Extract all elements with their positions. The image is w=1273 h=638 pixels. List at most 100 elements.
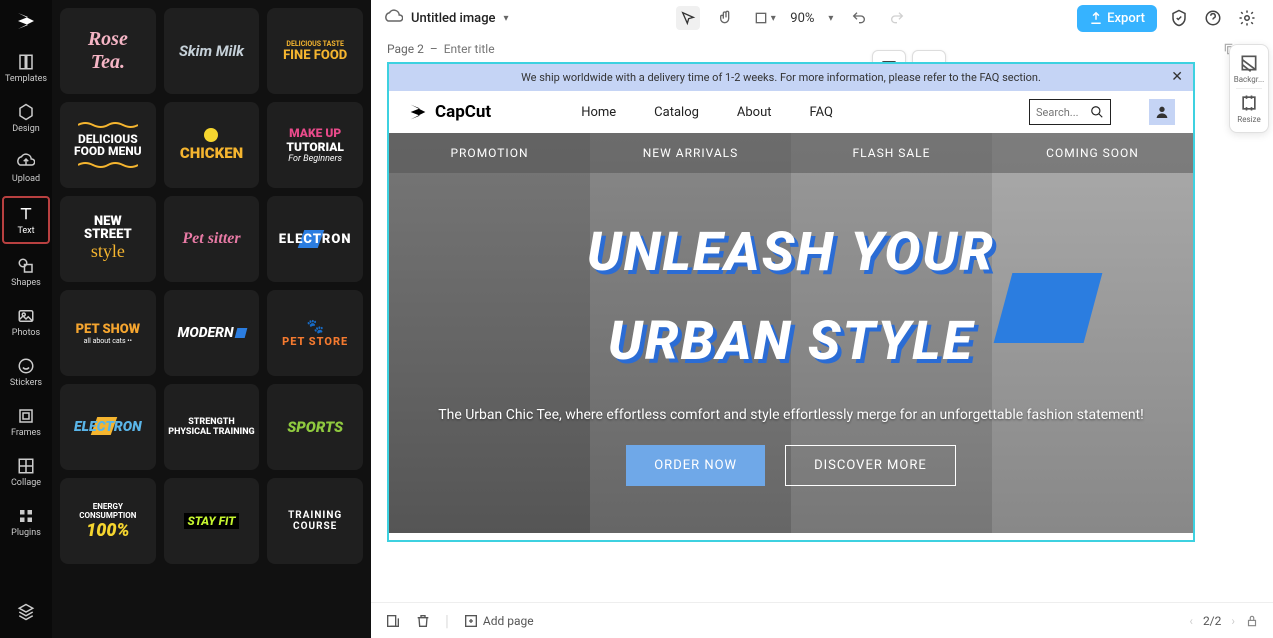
close-icon[interactable]: ✕ (1171, 69, 1183, 85)
nav-label: Design (12, 124, 40, 134)
text-template-tile[interactable]: MODERN (164, 290, 260, 376)
nav-label: Photos (12, 328, 40, 338)
zoom-level[interactable]: 90% (790, 11, 814, 26)
select-tool[interactable] (676, 6, 700, 30)
photos-icon (16, 306, 36, 326)
hero-subtitle: The Urban Chic Tee, where effortless com… (429, 407, 1153, 423)
text-template-tile[interactable]: 🐾PET STORE (267, 290, 363, 376)
text-template-tile[interactable]: MAKE UPTUTORIALFor Beginners (267, 102, 363, 188)
shapes-icon (16, 256, 36, 276)
text-template-tile[interactable]: NEWSTREETstyle (60, 196, 156, 282)
text-template-tile[interactable]: ELECTRON (267, 196, 363, 282)
page-title-input[interactable] (444, 42, 524, 56)
nav-design[interactable]: Design (2, 96, 50, 140)
hand-tool[interactable] (714, 6, 738, 30)
hero-tabs: PROMOTION NEW ARRIVALS FLASH SALE COMING… (389, 133, 1193, 173)
tab-flash-sale[interactable]: FLASH SALE (791, 133, 992, 173)
undo-button[interactable] (847, 6, 871, 30)
text-template-tile[interactable]: RoseTea. (60, 8, 156, 94)
nav-text[interactable]: Text (2, 196, 50, 244)
search-box[interactable] (1029, 99, 1111, 125)
banner-text: We ship worldwide with a delivery time o… (521, 71, 1041, 84)
text-template-tile[interactable]: ELECTRON (60, 384, 156, 470)
nav-frames[interactable]: Frames (2, 400, 50, 444)
design-board[interactable]: We ship worldwide with a delivery time o… (387, 62, 1195, 542)
nav-label: Upload (12, 174, 40, 184)
hero-title-line1: UNLEASH YOUR (429, 223, 1153, 282)
nav-collage[interactable]: Collage (2, 450, 50, 494)
shield-icon[interactable] (1167, 6, 1191, 30)
order-now-button[interactable]: ORDER NOW (626, 445, 765, 486)
avatar[interactable] (1149, 99, 1175, 125)
app-logo[interactable] (11, 6, 41, 36)
chevron-down-icon[interactable]: ▾ (504, 13, 509, 24)
tab-promotion[interactable]: PROMOTION (389, 133, 590, 173)
text-template-tile[interactable]: DELICIOUSFOOD MENU (60, 102, 156, 188)
text-template-tile[interactable]: ENERGY CONSUMPTION100% (60, 478, 156, 564)
page-label: Page 2 (387, 42, 424, 56)
cloud-icon (385, 9, 403, 27)
prev-page-button[interactable]: ‹ (1189, 614, 1193, 628)
export-button[interactable]: Export (1077, 5, 1157, 32)
nav-catalog[interactable]: Catalog (654, 105, 699, 120)
tab-coming-soon[interactable]: COMING SOON (992, 133, 1193, 173)
layers-icon (16, 602, 36, 622)
settings-icon[interactable] (1235, 6, 1259, 30)
canvas-area: Untitled image ▾ ▾ 90% ▾ Export (371, 0, 1273, 638)
text-template-tile[interactable]: CHICKEN (164, 102, 260, 188)
next-page-button[interactable]: › (1231, 614, 1235, 628)
text-template-tile[interactable]: Pet sitter (164, 196, 260, 282)
add-page-label: Add page (483, 614, 534, 628)
brand-name: CapCut (435, 102, 491, 122)
nav-layers[interactable] (2, 596, 50, 628)
nav-label: Shapes (11, 278, 41, 288)
pages-button[interactable] (385, 613, 401, 629)
design-icon (16, 102, 36, 122)
nav-upload[interactable]: Upload (2, 146, 50, 190)
nav-label: Stickers (10, 378, 42, 388)
document-title[interactable]: Untitled image (411, 11, 496, 26)
add-page-button[interactable]: Add page (463, 613, 534, 629)
plugins-icon (16, 506, 36, 526)
stage: We ship worldwide with a delivery time o… (371, 62, 1273, 602)
text-template-tile[interactable]: PET SHOWall about cats •• (60, 290, 156, 376)
site-header: CapCut Home Catalog About FAQ (389, 91, 1193, 133)
site-nav: Home Catalog About FAQ (581, 105, 833, 120)
tab-new-arrivals[interactable]: NEW ARRIVALS (590, 133, 791, 173)
collage-icon (16, 456, 36, 476)
hero-section: PROMOTION NEW ARRIVALS FLASH SALE COMING… (389, 133, 1193, 533)
page-header: Page 2 – ⋯ (371, 36, 1273, 62)
text-template-tile[interactable]: TRAINING COURSE (267, 478, 363, 564)
text-icon (16, 204, 36, 224)
nav-plugins[interactable]: Plugins (2, 500, 50, 544)
text-template-tile[interactable]: SPORTS (267, 384, 363, 470)
nav-label: Plugins (11, 528, 41, 538)
export-label: Export (1107, 11, 1145, 26)
discover-more-button[interactable]: DISCOVER MORE (785, 445, 956, 486)
nav-shapes[interactable]: Shapes (2, 250, 50, 294)
zoom-chevron-icon[interactable]: ▾ (828, 13, 833, 24)
nav-label: Frames (11, 428, 41, 438)
crop-tool[interactable]: ▾ (752, 6, 776, 30)
nav-about[interactable]: About (737, 105, 772, 120)
lock-icon[interactable] (1245, 614, 1259, 628)
text-template-tile[interactable]: Skim Milk (164, 8, 260, 94)
text-template-tile[interactable]: STAY FIT (164, 478, 260, 564)
help-icon[interactable] (1201, 6, 1225, 30)
redo-button[interactable] (885, 6, 909, 30)
nav-photos[interactable]: Photos (2, 300, 50, 344)
nav-templates[interactable]: Templates (2, 46, 50, 90)
left-sidebar: Templates Design Upload Text Shapes Phot… (0, 0, 52, 638)
page-indicator: 2/2 (1203, 614, 1221, 628)
delete-button[interactable] (415, 613, 431, 629)
nav-faq[interactable]: FAQ (810, 105, 833, 120)
nav-stickers[interactable]: Stickers (2, 350, 50, 394)
top-toolbar: Untitled image ▾ ▾ 90% ▾ Export (371, 0, 1273, 36)
nav-label: Text (17, 226, 34, 236)
announcement-banner: We ship worldwide with a delivery time o… (389, 64, 1193, 91)
text-templates-panel: RoseTea.Skim MilkDELICIOUS TASTEFINE FOO… (52, 0, 371, 638)
text-template-tile[interactable]: DELICIOUS TASTEFINE FOOD (267, 8, 363, 94)
search-input[interactable] (1036, 106, 1084, 119)
text-template-tile[interactable]: STRENGTHPHYSICAL TRAINING (164, 384, 260, 470)
nav-home[interactable]: Home (581, 105, 616, 120)
